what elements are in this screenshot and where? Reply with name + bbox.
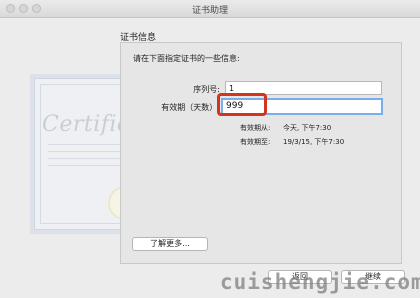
info-panel: [120, 42, 402, 264]
section-prompt: 请在下面指定证书的一些信息:: [133, 54, 240, 63]
site-watermark: cuishengjie.com: [220, 270, 420, 294]
serial-number-label: 序列号:: [193, 85, 220, 94]
window-title: 证书助理: [191, 6, 228, 16]
valid-to-value: 19/3/15, 下午7:30: [283, 138, 345, 146]
learn-more-button[interactable]: 了解更多...: [132, 237, 208, 251]
valid-from-label: 有效期从:: [240, 124, 271, 132]
certificate-assistant-window: 证书助理 Certificate 证书信息 请在下面指定证书的一些信息: 序列号…: [0, 0, 420, 298]
valid-from-value: 今天, 下午7:30: [283, 124, 332, 132]
valid-to-label: 有效期至:: [240, 138, 271, 146]
validity-days-label: 有效期（天数）:: [161, 103, 220, 112]
title-bar: 证书助理: [0, 0, 420, 18]
annotation-highlight-box: [217, 93, 267, 116]
